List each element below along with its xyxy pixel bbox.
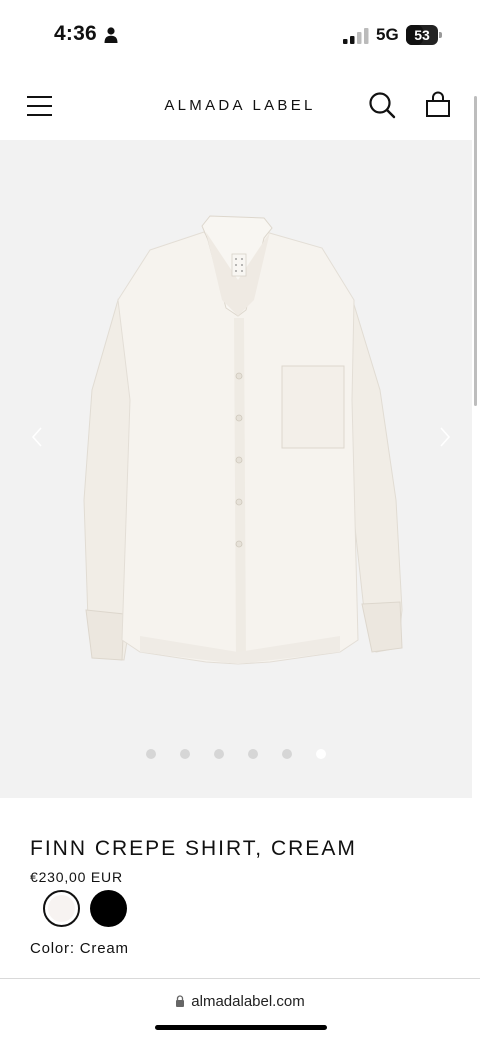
color-selection: Color: Cream — [30, 940, 129, 957]
home-indicator[interactable] — [155, 1025, 327, 1030]
bag-icon[interactable] — [424, 90, 452, 118]
product-price: €230,00 EUR — [30, 869, 123, 885]
person-icon — [104, 27, 118, 43]
gallery-dot[interactable] — [214, 749, 224, 759]
chevron-right-icon[interactable] — [438, 426, 452, 448]
search-icon[interactable] — [368, 91, 396, 119]
address-bar[interactable]: almadalabel.com — [0, 993, 480, 1010]
gallery-pagination — [0, 749, 472, 761]
swatch-black[interactable] — [90, 890, 127, 927]
browser-url-bar: almadalabel.com — [0, 978, 480, 1041]
lock-icon — [176, 995, 185, 1007]
network-label: 5G — [376, 25, 399, 44]
status-time: 4:36 — [54, 22, 97, 45]
url-text: almadalabel.com — [191, 993, 305, 1010]
gallery-dot[interactable] — [248, 749, 258, 759]
site-header: ALMADA LABEL — [0, 70, 480, 140]
gallery-dot[interactable] — [146, 749, 156, 759]
gallery-dot[interactable] — [316, 749, 326, 759]
gallery-dot[interactable] — [180, 749, 190, 759]
swatch-cream[interactable] — [43, 890, 80, 927]
brand-logo[interactable]: ALMADA LABEL — [0, 97, 480, 114]
product-title: FINN CREPE SHIRT, CREAM — [30, 837, 357, 860]
product-gallery[interactable] — [0, 140, 472, 798]
battery-level: 53 — [414, 27, 430, 43]
chevron-left-icon[interactable] — [30, 426, 44, 448]
product-image — [83, 215, 403, 665]
color-label: Color: — [30, 940, 75, 957]
gallery-dot[interactable] — [282, 749, 292, 759]
color-value: Cream — [79, 940, 129, 957]
status-bar: 4:36 5G 53 — [0, 0, 480, 70]
page-scrollbar[interactable] — [474, 96, 477, 406]
signal-icon — [343, 28, 369, 44]
battery-icon: 53 — [406, 25, 442, 45]
